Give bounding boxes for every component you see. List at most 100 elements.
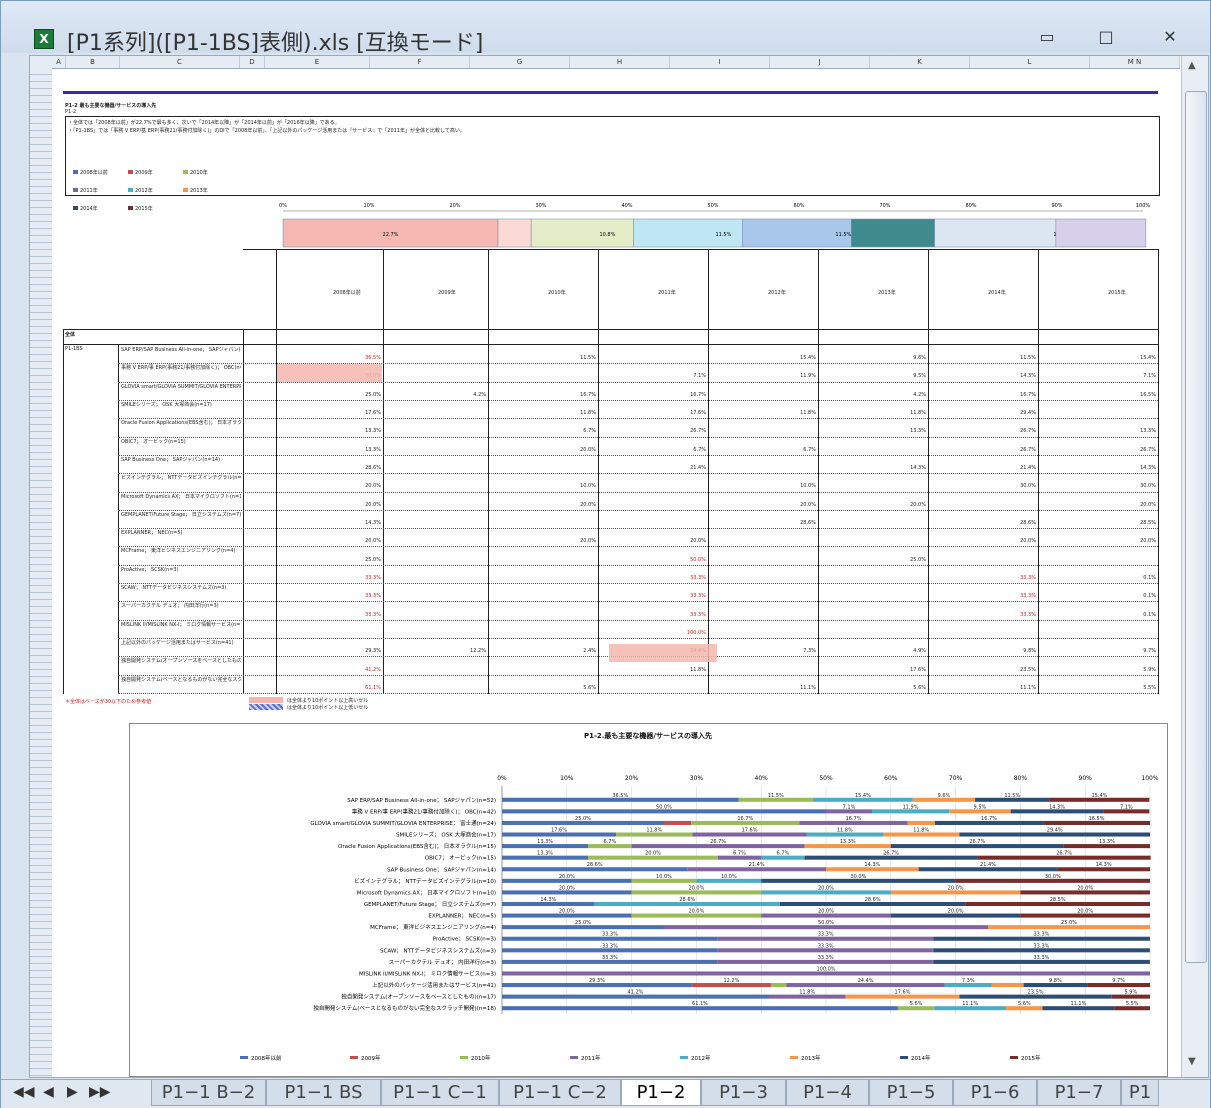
table-column-header: 2015年	[1108, 290, 1126, 296]
table-cell: 100.0%	[686, 629, 706, 636]
header-rule	[63, 91, 1158, 94]
category-label: SAP Business One； SAPジャパン(n=14)	[387, 866, 496, 873]
chart-title: P1-2.最も主要な機器/サービスの導入先	[584, 731, 712, 740]
sheet-tab[interactable]: P1−3	[701, 1080, 786, 1106]
close-button[interactable]: ✕	[1150, 25, 1190, 49]
category-label: SMILEシリーズ； OSK 大塚商会(n=17)	[396, 831, 496, 839]
top-legend-swatch	[128, 188, 133, 192]
data-label: 11.8%	[799, 990, 815, 996]
table-cell: 20.0%	[365, 538, 381, 545]
table-cell: 28.6%	[365, 465, 381, 472]
column-header-7[interactable]: H	[570, 56, 670, 68]
sheet-tab[interactable]: P1−1 C−1	[381, 1080, 499, 1106]
scroll-thumb[interactable]	[1185, 91, 1207, 963]
top-legend-label: 2011年	[80, 188, 98, 194]
excel-icon[interactable]: X	[34, 29, 54, 49]
data-label: 7.3%	[962, 978, 975, 984]
table-cell: 12.2%	[470, 648, 486, 655]
row-header[interactable]	[30, 68, 52, 1077]
data-label: 25.0%	[1061, 920, 1077, 926]
data-label: 14.3%	[1096, 862, 1112, 868]
notes-box: ・全体では「2008年以前」が22.7%で最も多く、次いで「2014年以降」が「…	[65, 116, 1160, 196]
overall-bar-label: 22.7%	[383, 232, 399, 238]
table-cell: 13.3%	[910, 428, 926, 435]
sheet-tab[interactable]: P1−1 C−2	[499, 1080, 621, 1106]
legend-label: 2012年	[691, 1054, 711, 1062]
column-header-12[interactable]: M N	[1090, 56, 1180, 68]
table-cell: 0.1%	[1143, 574, 1156, 581]
legend-swatch	[460, 1056, 468, 1059]
scroll-down-arrow-icon[interactable]: ▼	[1188, 1056, 1196, 1067]
table-vline	[383, 249, 384, 694]
column-header-10[interactable]: K	[870, 56, 970, 68]
sheet-tab[interactable]: P1−1 BS	[266, 1080, 381, 1106]
x-tick-label: 60%	[884, 775, 898, 782]
top-legend-label: 2009年	[135, 170, 153, 176]
table-vline	[598, 249, 599, 694]
column-header-11[interactable]: L	[970, 56, 1090, 68]
vertical-scrollbar[interactable]: ▲ ▼	[1181, 56, 1208, 1077]
column-header-6[interactable]: G	[470, 56, 570, 68]
column-header-5[interactable]: F	[370, 56, 470, 68]
prev-sheet-icon[interactable]: ◀	[43, 1084, 54, 1100]
chart-area[interactable]: P1-2.最も主要な機器/サービスの導入先 0% 10% 20% 30% 40% 50% 6…	[129, 723, 1168, 1077]
data-label: 33.3%	[818, 955, 834, 961]
table-cell: 7.3%	[803, 648, 816, 655]
data-label: 20.0%	[559, 874, 575, 880]
next-sheet-icon[interactable]: ▶	[67, 1084, 78, 1100]
sheet-tab[interactable]: P1−1 B−2	[151, 1080, 266, 1106]
sheet-tab[interactable]: P1	[1121, 1080, 1159, 1106]
column-header-1[interactable]: B	[66, 56, 120, 68]
minimize-button[interactable]: ▭	[1027, 25, 1067, 49]
column-header-9[interactable]: J	[770, 56, 870, 68]
top-legend-label: 2012年	[135, 188, 153, 194]
bar-segment	[991, 983, 1024, 988]
category-label: 上記以外のパッケージ活用またはサービス(n=41)	[372, 981, 496, 989]
column-header-4[interactable]: E	[265, 56, 370, 68]
data-label: 11.8%	[646, 828, 662, 834]
worksheet-content[interactable]: P1-2 最も主要な機器/サービスの導入先 P1-2 ・全体では「2008年以前…	[53, 69, 1180, 1077]
table-cell: 16.7%	[580, 391, 596, 398]
sheet-tab[interactable]: P1−5	[869, 1080, 953, 1106]
table-row-label: SCAW； NTTデータビジネスシステムズ(n=3)	[121, 585, 227, 592]
note-line-2: ・「P1-1BS」では「事務 V ERP/基 ERP(事務21/事務付加除く)」…	[68, 128, 465, 134]
data-label: 16.7%	[846, 816, 862, 822]
last-sheet-icon[interactable]: ▶▶	[89, 1084, 111, 1100]
table-cell: 11.8%	[910, 410, 926, 417]
top-legend-label: 2010年	[190, 170, 208, 176]
sheet-tab[interactable]: P1−6	[953, 1080, 1037, 1106]
data-label: 16.5%	[1089, 816, 1105, 822]
data-label: 7.1%	[1120, 804, 1133, 810]
table-hline	[118, 601, 1158, 603]
column-header-2[interactable]: C	[120, 56, 240, 68]
table-cell: 16.5%	[1140, 391, 1156, 398]
table-cell: 13.3%	[365, 446, 381, 453]
table-cell: 25.0%	[365, 391, 381, 398]
column-header-0[interactable]: A	[52, 56, 66, 68]
data-label: 26.7%	[1056, 851, 1072, 857]
restore-button[interactable]: □	[1086, 25, 1126, 49]
table-row-label: Oracle Fusion Applications(EBS含む)； 日本オラク…	[121, 420, 241, 427]
table-cell: 9.6%	[913, 355, 926, 362]
column-header-8[interactable]: I	[670, 56, 770, 68]
table-cell: 21.4%	[690, 465, 706, 472]
first-sheet-icon[interactable]: ◀◀	[13, 1084, 35, 1100]
legend-label: 2015年	[1021, 1054, 1041, 1062]
table-cell: 61.1%	[365, 684, 381, 691]
data-label: 5.6%	[1018, 1001, 1031, 1007]
column-header-3[interactable]: D	[240, 56, 265, 68]
sheet-tab[interactable]: P1−2	[621, 1080, 701, 1106]
category-label: EXPLANNER； NEC(n=5)	[428, 914, 496, 920]
scroll-up-arrow-icon[interactable]: ▲	[1188, 60, 1196, 71]
top-legend-item: 2010年	[183, 169, 208, 176]
top-legend-label: 2013年	[190, 188, 208, 194]
stacked-bar-chart: P1-2.最も主要な機器/サービスの導入先 0% 10% 20% 30% 40% 50% 6…	[240, 731, 1159, 1062]
overall-tick-label: 30%	[535, 203, 546, 209]
table-cell: 5.5%	[1143, 684, 1156, 691]
sheet-tab[interactable]: P1−4	[786, 1080, 869, 1106]
data-label: 14.3%	[864, 862, 880, 868]
table-cell: 16.7%	[1020, 391, 1036, 398]
data-label: 20.0%	[688, 885, 704, 891]
table-cell: 4.2%	[913, 391, 926, 398]
sheet-tab[interactable]: P1−7	[1037, 1080, 1121, 1106]
